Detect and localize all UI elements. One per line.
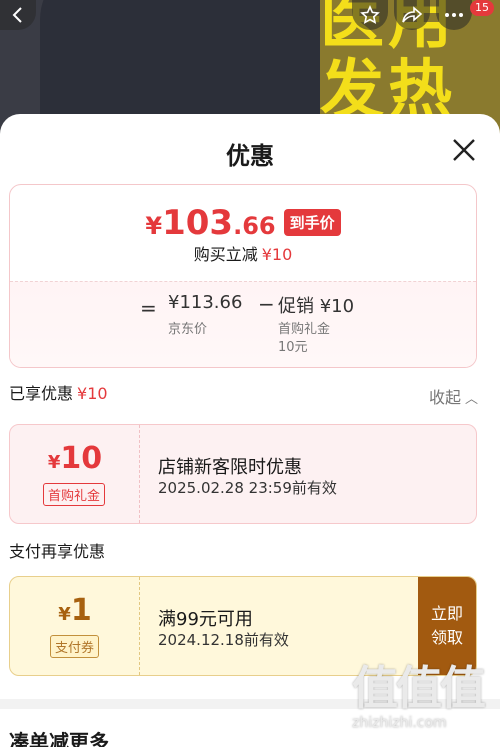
coupon-title: 店铺新客限时优惠 [158,457,302,478]
discount-sheet: 优惠 ¥ 103 .66 到手价 购买立减 ¥10 = ¥113.66 京东价 −… [0,114,500,747]
jd-price-label: 京东价 [168,322,208,337]
pay-coupon-left: ¥1 支付券 [10,577,140,675]
coupon-expiry: 2025.02.28 23:59前有效 [158,479,337,497]
pay-coupon-title: 满99元可用 [158,609,253,630]
coupon-value: 10 [60,441,103,476]
watermark: 值值值 zhizhizhi.com [352,665,492,731]
coupon-currency: ¥ [47,452,61,473]
save-amount: ¥10 [261,245,293,264]
jd-price: ¥113.66 [168,292,243,313]
final-price-currency: ¥ [145,212,163,240]
enjoyed-amount: ¥10 [77,384,108,403]
share-icon [402,6,423,23]
promo-type: 首购礼金 [278,322,331,337]
coupon-amount: ¥10 [10,441,140,476]
enjoyed-text: 已享优惠 [9,384,74,403]
pay-coupon-expiry: 2024.12.18前有效 [158,631,289,649]
coupon-card: ¥10 首购礼金 店铺新客限时优惠 2025.02.28 23:59前有效 [9,424,477,524]
pay-coupon-tag: 支付券 [50,635,100,658]
pay-coupon-amount: ¥1 [10,593,140,628]
top-bar: 15 [0,0,500,30]
star-icon [360,5,380,24]
final-price-section: ¥ 103 .66 到手价 购买立减 ¥10 [10,185,476,281]
promo-amount: 促销 ¥10 [278,296,355,317]
final-price-integer: 103 [162,203,234,243]
claim-label-2: 领取 [430,628,463,647]
final-price-decimal: .66 [233,212,276,240]
watermark-url: zhizhizhi.com [352,715,447,731]
final-price-tag: 到手价 [283,209,341,236]
enjoyed-discount-label: 已享优惠 ¥10 [9,380,108,404]
more-button[interactable] [436,0,472,30]
minus-sign: − [258,292,275,316]
close-icon [453,139,475,161]
save-text: 购买立减 [193,245,258,264]
chevron-up-icon: ︿ [464,392,478,407]
pay-discount-label: 支付再享优惠 [9,542,106,561]
share-button[interactable] [394,0,430,30]
favorite-button[interactable] [352,0,388,30]
final-price: ¥ 103 .66 到手价 [10,203,476,243]
pay-coupon-value: 1 [70,593,92,628]
sheet-title: 优惠 [226,142,274,170]
collapse-button[interactable]: 收起 ︿ [429,384,478,408]
price-breakdown-card: ¥ 103 .66 到手价 购买立减 ¥10 = ¥113.66 京东价 − 促销… [9,184,477,368]
coupon-tag: 首购礼金 [43,483,106,506]
claim-label-1: 立即 [430,604,463,623]
price-formula: = ¥113.66 京东价 − 促销 ¥10 首购礼金 10元 [10,281,476,367]
save-row: 购买立减 ¥10 [10,241,476,265]
message-badge: 15 [470,0,494,16]
collapse-label: 收起 [428,388,461,407]
back-button[interactable] [0,0,36,30]
equals-sign: = [140,296,157,320]
coupon-left: ¥10 首购礼金 [10,425,140,523]
promo-value: 10元 [278,340,308,355]
more-icon [445,13,463,17]
bundle-section-title: 凑单减更多 [9,730,109,747]
watermark-logo: 值值值 [352,661,486,715]
chevron-left-icon [12,7,22,23]
close-button[interactable] [450,136,478,164]
pay-coupon-currency: ¥ [58,604,71,625]
